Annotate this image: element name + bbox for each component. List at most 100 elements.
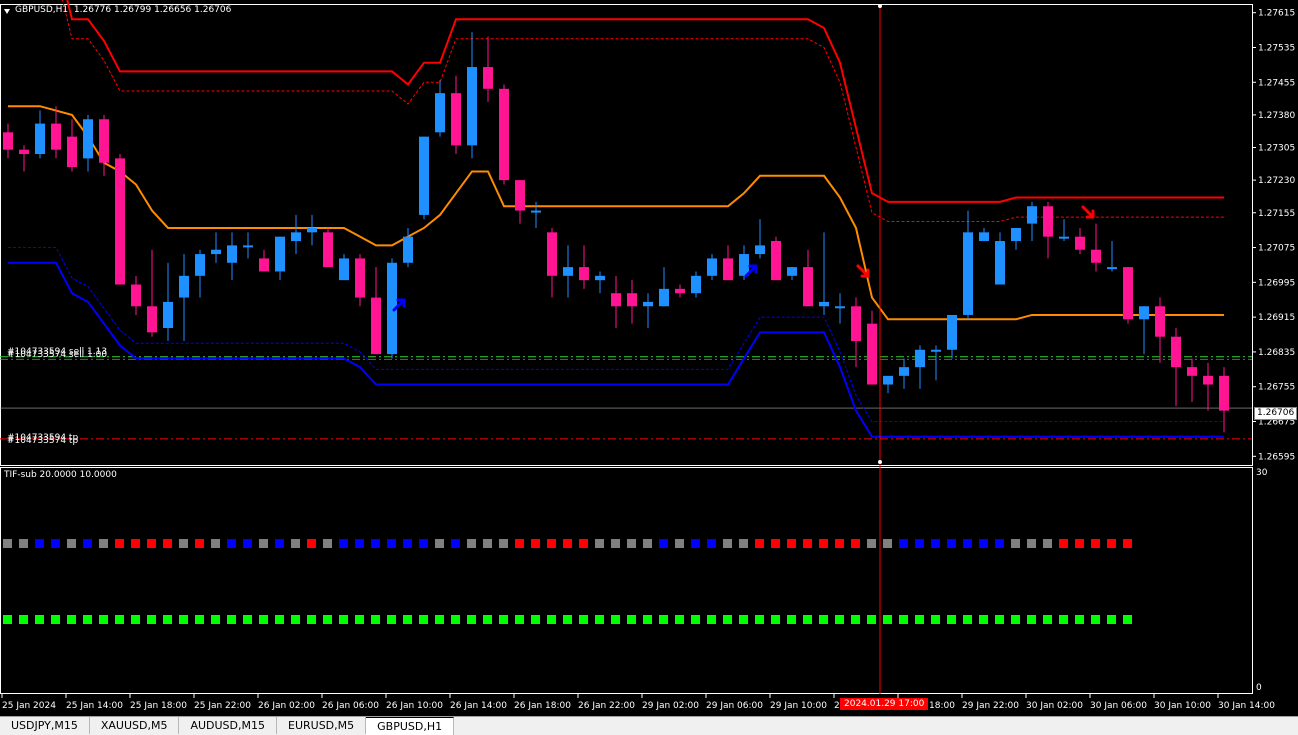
subwindow-dot-top <box>259 539 268 548</box>
subwindow-dot-top <box>83 539 92 548</box>
subwindow-dot-top <box>691 539 700 548</box>
time-label: 25 Jan 18:00 <box>130 701 187 711</box>
subwindow-dot-bottom <box>963 615 972 624</box>
subwindow-dot-top <box>1027 539 1036 548</box>
subwindow-dot-top <box>659 539 668 548</box>
candle-body <box>211 249 221 255</box>
price-label: 1.27455 <box>1258 78 1295 88</box>
subwindow-dot-top <box>3 539 12 548</box>
subwindow-dot-bottom <box>851 615 860 624</box>
candle-body <box>339 258 349 281</box>
subwindow-dot-top <box>35 539 44 548</box>
subwindow-dot-top <box>419 539 428 548</box>
candle-body <box>595 275 605 281</box>
candle-body <box>803 267 813 307</box>
subwindow-frame <box>0 467 1253 694</box>
crosshair-handle[interactable] <box>878 4 882 8</box>
subwindow-dot-bottom <box>755 615 764 624</box>
subwindow-dot-top <box>579 539 588 548</box>
subwindow-dot-bottom <box>995 615 1004 624</box>
candle-body <box>1203 375 1213 385</box>
subwindow-dot-top <box>355 539 364 548</box>
symbol-tab-bar: USDJPY,M15 XAUUSD,M5 AUDUSD,M15 EURUSD,M… <box>0 716 1298 735</box>
candle-body <box>19 149 29 155</box>
tab-xauusd-m5[interactable]: XAUUSD,M5 <box>90 717 180 734</box>
subwindow-dot-bottom <box>627 615 636 624</box>
candle-body <box>451 93 461 146</box>
subwindow-dot-top <box>835 539 844 548</box>
candle-body <box>947 314 957 350</box>
subwindow-dot-bottom <box>899 615 908 624</box>
subwindow-dot-top <box>611 539 620 548</box>
subwindow-dot-bottom <box>147 615 156 624</box>
subwindow-dot-top <box>179 539 188 548</box>
candle-body <box>1075 236 1085 250</box>
subwindow-dot-top <box>707 539 716 548</box>
time-label: 30 Jan 02:00 <box>1026 701 1083 711</box>
subwindow-dot-top <box>1011 539 1020 548</box>
chart-canvas[interactable]: 1.27615 1.27535 1.27455 1.27380 1.27305 1.272… <box>0 0 1298 716</box>
candle-body <box>403 236 413 263</box>
subwindow-dot-bottom <box>675 615 684 624</box>
lower-band-dotted <box>8 247 1224 423</box>
subwindow-scale-bottom: 0 <box>1256 683 1262 693</box>
subwindow-dot-bottom <box>723 615 732 624</box>
candle-body <box>291 232 301 242</box>
subwindow-dot-top <box>19 539 28 548</box>
sell-arrow-icon <box>1081 205 1095 219</box>
subwindow-dot-top <box>995 539 1004 548</box>
subwindow-dot-top <box>915 539 924 548</box>
candle-body <box>627 293 637 307</box>
subwindow-dot-bottom <box>819 615 828 624</box>
price-label: 1.26835 <box>1258 348 1295 358</box>
time-label: 26 Jan 18:00 <box>514 701 571 711</box>
candle-body <box>915 349 925 368</box>
crosshair-handle[interactable] <box>878 460 882 464</box>
candle-body <box>227 245 237 263</box>
candle-body <box>883 375 893 385</box>
tab-gbpusd-h1[interactable]: GBPUSD,H1 <box>366 717 455 735</box>
subwindow-dot-bottom <box>915 615 924 624</box>
tab-eurusd-m5[interactable]: EURUSD,M5 <box>277 717 367 734</box>
time-label: 26 Jan 10:00 <box>386 701 443 711</box>
subwindow-dot-bottom <box>371 615 380 624</box>
subwindow-dot-bottom <box>739 615 748 624</box>
subwindow-dot-top <box>899 539 908 548</box>
symbol-name: GBPUSD,H1 <box>15 5 69 15</box>
subwindow-dot-bottom <box>19 615 28 624</box>
candle-body <box>1187 367 1197 376</box>
candle-body <box>963 232 973 315</box>
candle-body <box>195 254 205 276</box>
candle-body <box>67 136 77 168</box>
subwindow-dot-bottom <box>931 615 940 624</box>
subwindow-dot-bottom <box>531 615 540 624</box>
tab-usdjpy-m15[interactable]: USDJPY,M15 <box>0 717 90 734</box>
subwindow-dot-bottom <box>403 615 412 624</box>
subwindow-dot-top <box>867 539 876 548</box>
subwindow-dot-top <box>467 539 476 548</box>
tab-audusd-m15[interactable]: AUDUSD,M15 <box>179 717 277 734</box>
subwindow-dot-top <box>483 539 492 548</box>
subwindow-dot-bottom <box>83 615 92 624</box>
candle-body <box>419 136 429 215</box>
subwindow-dot-bottom <box>979 615 988 624</box>
candle-body <box>355 258 365 298</box>
subwindow-dot-top <box>851 539 860 548</box>
subwindow-dot-top <box>963 539 972 548</box>
subwindow-dot-bottom <box>195 615 204 624</box>
subwindow-dot-top <box>531 539 540 548</box>
candle-body <box>579 267 589 281</box>
subwindow-dot-top <box>51 539 60 548</box>
price-label: 1.26755 <box>1258 383 1295 393</box>
chart-menu-icon[interactable] <box>4 9 10 14</box>
subwindow-dot-top <box>675 539 684 548</box>
subwindow-dot-bottom <box>1059 615 1068 624</box>
time-label: 25 Jan 22:00 <box>194 701 251 711</box>
subwindow-dot-bottom <box>259 615 268 624</box>
price-label: 1.27155 <box>1258 209 1295 219</box>
subwindow-dot-bottom <box>947 615 956 624</box>
subwindow-dot-top <box>227 539 236 548</box>
candle-body <box>1155 306 1165 337</box>
ohlc-values: 1.26776 1.26799 1.26656 1.26706 <box>73 5 232 15</box>
subwindow-dot-bottom <box>515 615 524 624</box>
